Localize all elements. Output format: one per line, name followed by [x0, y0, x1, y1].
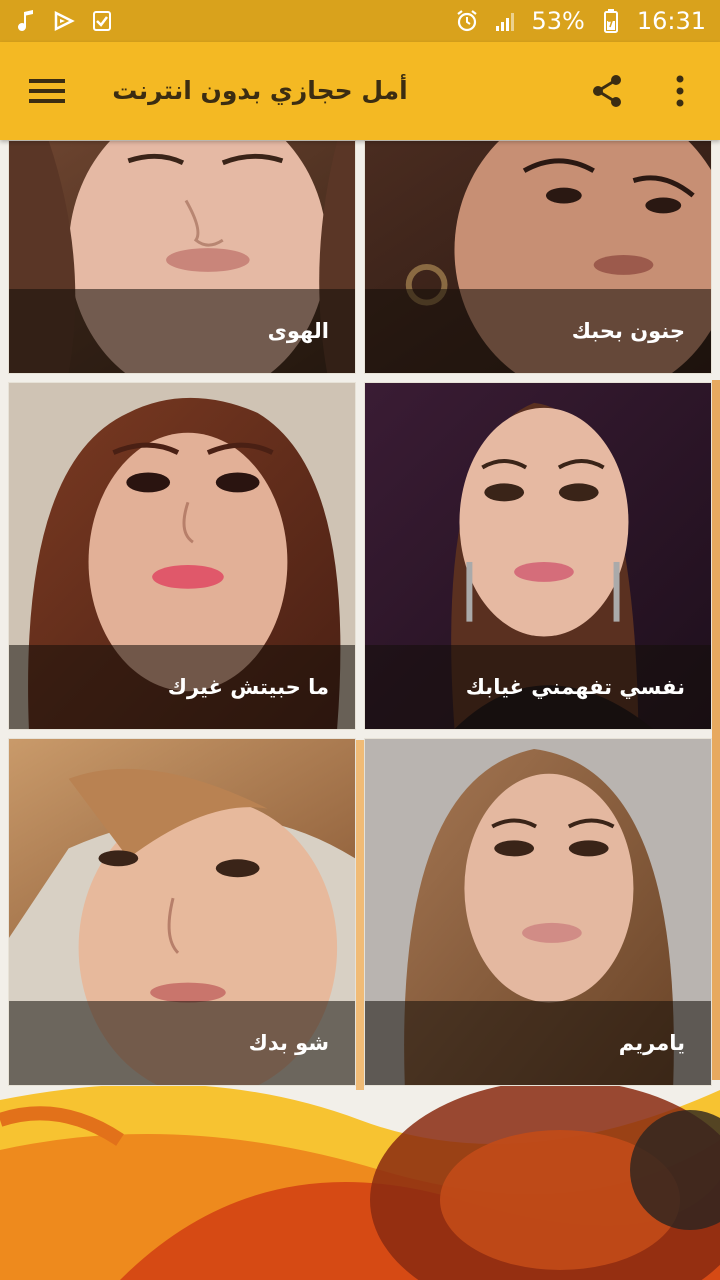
- alarm-icon: [455, 9, 479, 33]
- share-button[interactable]: [582, 66, 632, 116]
- caption-overlay: يامريم: [365, 1001, 711, 1085]
- more-vert-icon: [676, 75, 684, 107]
- status-right-icons: 53% 16:31: [455, 7, 706, 35]
- menu-button[interactable]: [22, 66, 72, 116]
- song-card[interactable]: نفسي تفهمني غيابك: [364, 382, 712, 730]
- music-note-icon: [14, 9, 38, 33]
- menu-icon: [29, 79, 65, 103]
- song-title: جنون بحبك: [571, 319, 685, 343]
- media-play-icon: [52, 9, 76, 33]
- status-left-icons: [14, 9, 114, 33]
- song-title: الهوى: [267, 319, 329, 343]
- song-title: نفسي تفهمني غيابك: [465, 675, 685, 699]
- song-grid: الهوى جنون بحبك ما حبيتش غيرك نفسي تفهمن…: [0, 140, 720, 1088]
- song-card[interactable]: ما حبيتش غيرك: [8, 382, 356, 730]
- overflow-menu-button[interactable]: [660, 66, 700, 116]
- caption-overlay: ما حبيتش غيرك: [9, 645, 355, 729]
- signal-icon: [493, 9, 517, 33]
- caption-overlay: جنون بحبك: [365, 289, 711, 373]
- song-card[interactable]: جنون بحبك: [364, 140, 712, 374]
- caption-overlay: شو بدك: [9, 1001, 355, 1085]
- checkbox-icon: [90, 9, 114, 33]
- caption-overlay: نفسي تفهمني غيابك: [365, 645, 711, 729]
- status-bar: 53% 16:31: [0, 0, 720, 42]
- song-title: شو بدك: [248, 1031, 329, 1055]
- app-bar: أمل حجازي بدون انترنت: [0, 42, 720, 140]
- song-card[interactable]: يامريم: [364, 738, 712, 1086]
- caption-overlay: الهوى: [9, 289, 355, 373]
- song-card[interactable]: الهوى: [8, 140, 356, 374]
- clock-time: 16:31: [636, 7, 706, 35]
- share-icon: [593, 75, 621, 107]
- battery-percent: 53%: [531, 7, 585, 35]
- song-title: ما حبيتش غيرك: [167, 675, 329, 699]
- song-title: يامريم: [618, 1031, 685, 1055]
- battery-icon: [599, 9, 623, 33]
- song-card[interactable]: شو بدك: [8, 738, 356, 1086]
- app-title: أمل حجازي بدون انترنت: [112, 76, 408, 105]
